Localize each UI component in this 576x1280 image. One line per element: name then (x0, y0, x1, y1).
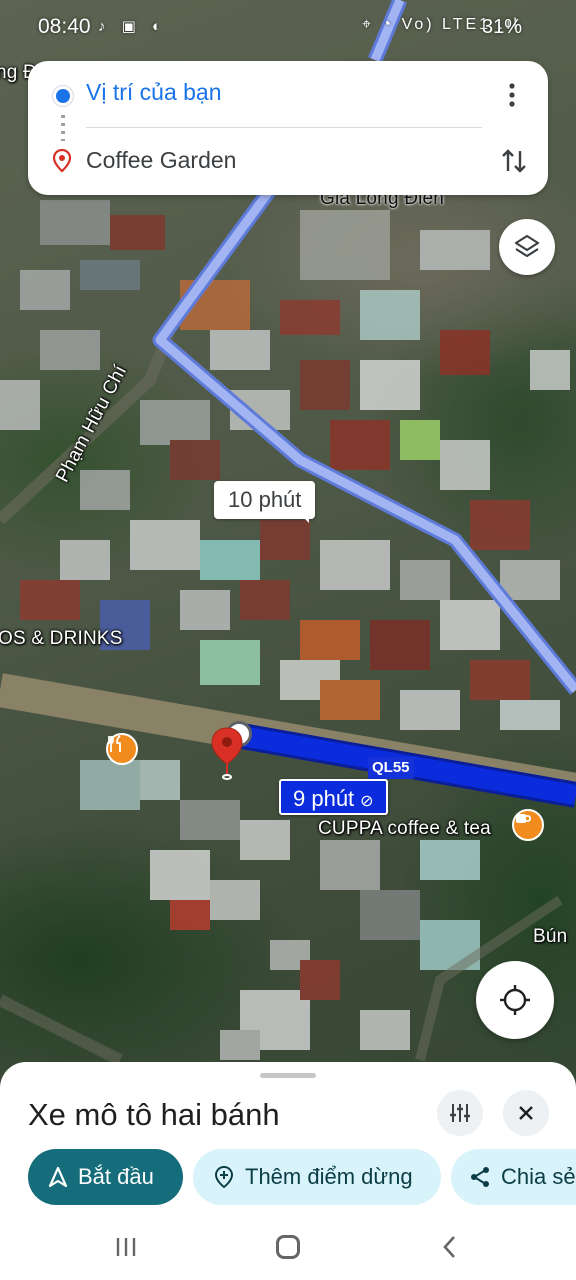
field-divider (86, 127, 482, 128)
start-label: Bắt đầu (78, 1164, 154, 1189)
layers-icon (514, 234, 540, 258)
destination-field[interactable]: Coffee Garden (86, 147, 236, 174)
back-icon[interactable] (440, 1234, 460, 1260)
add-stop-button[interactable]: Thêm điểm dừng (193, 1149, 441, 1205)
add-stop-label: Thêm điểm dừng (245, 1164, 413, 1189)
add-location-icon (214, 1165, 234, 1189)
destination-pin-icon (52, 149, 72, 173)
share-icon (471, 1167, 489, 1187)
origin-location-icon (56, 89, 70, 103)
share-label: Chia sẻ (501, 1164, 576, 1189)
route-bottom-sheet: Xe mô tô hai bánh Bắt đầu Thêm điểm dừng… (0, 1062, 576, 1280)
map-label-cuppa: CUPPA coffee & tea (318, 818, 491, 839)
drag-handle[interactable] (260, 1073, 316, 1078)
close-icon (519, 1106, 533, 1120)
close-button[interactable] (503, 1090, 549, 1136)
home-icon[interactable] (276, 1235, 300, 1259)
restaurant-poi-icon[interactable] (106, 733, 138, 765)
route-options-button[interactable] (437, 1090, 483, 1136)
travel-mode-title: Xe mô tô hai bánh (28, 1097, 280, 1132)
alternate-route-time-chip[interactable]: 10 phút (214, 481, 316, 523)
route-connector-dots (61, 115, 65, 141)
origin-field[interactable]: Vị trí của bạn (86, 79, 222, 106)
main-route-time: 9 phút (293, 786, 355, 811)
crosshair-icon (500, 985, 530, 1015)
motorbike-icon: ⊘ (360, 793, 374, 810)
route-shield-ql55: QL55 (368, 757, 414, 779)
battery-level: 31% (481, 16, 522, 38)
status-bar: 08:40 ♪ ▣ ◐ ⌖ ◔ Vo) LTE1 .ıl 31% (0, 0, 576, 56)
directions-card: Vị trí của bạn Coffee Garden (28, 61, 548, 195)
main-route-time-chip[interactable]: 9 phút ⊘ (279, 779, 388, 815)
more-options-icon[interactable] (498, 81, 526, 109)
start-button[interactable]: Bắt đầu (28, 1149, 183, 1205)
layers-button[interactable] (499, 219, 555, 275)
notification-icons: ♪ ▣ ◐ (98, 18, 168, 35)
share-button[interactable]: Chia sẻ (451, 1149, 576, 1205)
map-label-bun: Bún (533, 926, 568, 947)
status-time: 08:40 (38, 15, 91, 38)
cafe-poi-icon[interactable] (512, 809, 544, 841)
map-label-foods-drinks: OS & DRINKS (0, 628, 123, 649)
recents-icon[interactable] (114, 1236, 140, 1258)
swap-directions-icon[interactable] (498, 145, 530, 177)
my-location-button[interactable] (476, 961, 554, 1039)
navigation-arrow-icon (48, 1166, 68, 1188)
system-navigation-bar (0, 1210, 576, 1280)
tune-icon (450, 1104, 470, 1122)
